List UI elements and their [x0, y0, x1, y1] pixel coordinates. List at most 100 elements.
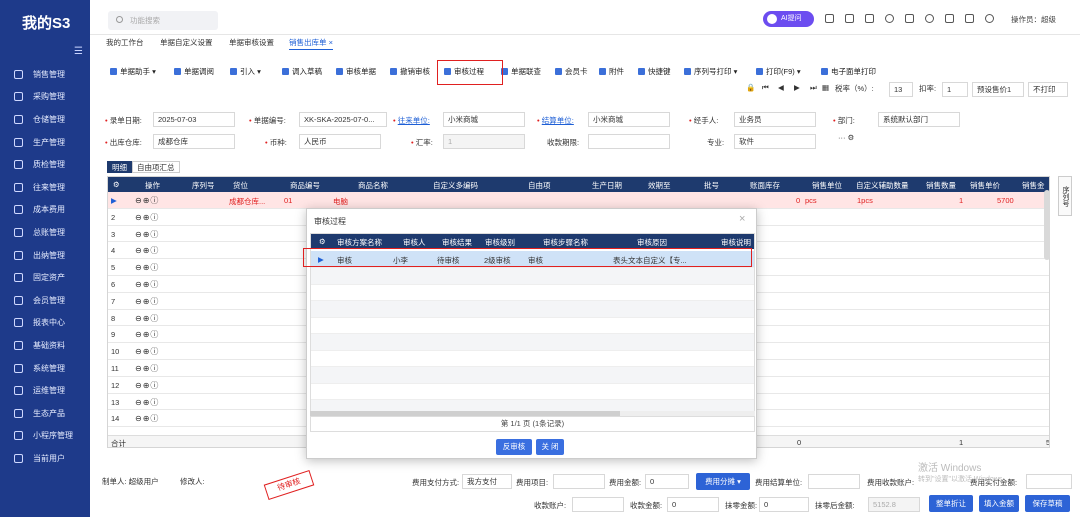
- sidebar-item-10[interactable]: 固定资产: [0, 266, 90, 289]
- close-dialog-button[interactable]: 关 闭: [536, 439, 564, 455]
- doc-link-button[interactable]: 单据联查: [501, 66, 541, 77]
- fee-amount-input[interactable]: 0: [645, 474, 689, 489]
- member-card-button[interactable]: 会员卡: [555, 66, 588, 77]
- tab-sales-outbound[interactable]: 销售出库单 ×: [289, 37, 333, 50]
- row-ops-icons[interactable]: ⊖⊕ⓘ: [135, 363, 159, 374]
- cell-code[interactable]: 01: [284, 196, 292, 205]
- shield-icon[interactable]: [845, 14, 854, 23]
- load-draft-button[interactable]: 调入草稿: [282, 66, 322, 77]
- grid-icon[interactable]: [965, 14, 974, 23]
- fee-split-button[interactable]: 费用分摊 ▾: [696, 473, 750, 490]
- fee-item-input[interactable]: [553, 474, 605, 489]
- collapse-icon[interactable]: ☰: [74, 46, 83, 57]
- cell-location[interactable]: 成都仓库...: [229, 196, 265, 207]
- row-ops-icons[interactable]: ⊖⊕ⓘ: [135, 245, 159, 256]
- sidebar-item-9[interactable]: 出纳管理: [0, 244, 90, 267]
- fee-settle-input[interactable]: [808, 474, 860, 489]
- tab-detail[interactable]: 明细: [107, 161, 132, 173]
- shortcut-button[interactable]: 快捷键: [638, 66, 671, 77]
- serial-side-tab[interactable]: 序列号: [1058, 176, 1072, 216]
- tab-workbench[interactable]: 我的工作台: [106, 37, 144, 48]
- partner-input[interactable]: 小米商城: [443, 112, 525, 127]
- sidebar-item-13[interactable]: 基础资料: [0, 334, 90, 357]
- grid-vertical-scrollbar[interactable]: [1044, 190, 1050, 260]
- home-icon[interactable]: [905, 14, 914, 23]
- audit-doc-button[interactable]: 审核单据: [336, 66, 376, 77]
- price-select[interactable]: 预设售价1: [972, 82, 1024, 97]
- rate-input[interactable]: 1: [443, 134, 525, 149]
- row-ops-icons[interactable]: ⊖⊕ⓘ: [135, 195, 159, 206]
- row-ops-icons[interactable]: ⊖⊕ⓘ: [135, 346, 159, 357]
- row-ops-icons[interactable]: ⊖⊕ⓘ: [135, 380, 159, 391]
- receive-amount-input[interactable]: 0: [667, 497, 719, 512]
- sidebar-item-6[interactable]: 往来管理: [0, 176, 90, 199]
- row-ops-icons[interactable]: ⊖⊕ⓘ: [135, 397, 159, 408]
- after-wipe-input[interactable]: 5152.8: [868, 497, 920, 512]
- sidebar-item-5[interactable]: 质检管理: [0, 153, 90, 176]
- reverse-audit-button[interactable]: 反审核: [496, 439, 532, 455]
- dept-input[interactable]: 系统默认部门: [878, 112, 960, 127]
- receive-account-input[interactable]: [572, 497, 624, 512]
- warehouse-input[interactable]: 成都仓库: [153, 134, 235, 149]
- table-row[interactable]: ▶ ⊖⊕ⓘ 成都仓库... 01 电脑 0 pcs 1pcs 1 5700: [108, 192, 1049, 209]
- message-icon[interactable]: [825, 14, 834, 23]
- row-ops-icons[interactable]: ⊖⊕ⓘ: [135, 329, 159, 340]
- discount-input[interactable]: 1: [942, 82, 968, 97]
- close-icon[interactable]: ×: [739, 213, 745, 225]
- settings-icon[interactable]: [985, 14, 994, 23]
- currency-select[interactable]: 人民币: [299, 134, 381, 149]
- sidebar-item-3[interactable]: 仓储管理: [0, 108, 90, 131]
- row-ops-icons[interactable]: ⊖⊕ⓘ: [135, 262, 159, 273]
- sidebar-item-18[interactable]: 当前用户: [0, 447, 90, 470]
- audit-grid-settings-icon[interactable]: ⚙: [319, 237, 326, 246]
- print-select[interactable]: 不打印: [1028, 82, 1068, 97]
- cell-name[interactable]: 电脑: [333, 196, 348, 207]
- print-button[interactable]: 打印(F9) ▾: [756, 66, 801, 77]
- prev-icon[interactable]: ◀: [778, 83, 784, 92]
- sidebar-item-1[interactable]: 销售管理: [0, 63, 90, 86]
- major-input[interactable]: 软件: [734, 134, 816, 149]
- first-page-icon[interactable]: ⏮: [762, 83, 769, 93]
- actual-pay-input[interactable]: [1026, 474, 1072, 489]
- e-waybill-print-button[interactable]: 电子面单打印: [821, 66, 876, 77]
- search-input[interactable]: 功能搜索: [108, 11, 218, 30]
- bell-icon[interactable]: [885, 14, 894, 23]
- handler-input[interactable]: 业务员: [734, 112, 816, 127]
- sidebar-item-12[interactable]: 报表中心: [0, 312, 90, 335]
- cell-qty[interactable]: 1: [959, 196, 963, 205]
- revoke-audit-button[interactable]: 撤销审核: [390, 66, 430, 77]
- row-ops-icons[interactable]: ⊖⊕ⓘ: [135, 279, 159, 290]
- add-doc-icon[interactable]: ▦: [822, 83, 829, 92]
- import-button[interactable]: 引入 ▾: [230, 66, 261, 77]
- last-page-icon[interactable]: ⏭: [810, 83, 817, 93]
- more-options-icon[interactable]: ··· ⚙: [838, 133, 854, 142]
- pay-method-select[interactable]: 我方支付: [462, 474, 512, 489]
- cell-aux-qty[interactable]: 1pcs: [857, 196, 873, 205]
- date-input[interactable]: 2025-07-03: [153, 112, 235, 127]
- sidebar-item-11[interactable]: 会员管理: [0, 289, 90, 312]
- cell-price[interactable]: 5700: [997, 196, 1014, 205]
- fill-amount-button[interactable]: 填入金额: [979, 495, 1019, 512]
- sidebar-item-2[interactable]: 采购管理: [0, 86, 90, 109]
- doc-lookup-button[interactable]: 单据调阅: [174, 66, 214, 77]
- settle-input[interactable]: 小米商城: [588, 112, 670, 127]
- grid-settings-icon[interactable]: ⚙: [113, 180, 120, 189]
- row-ops-icons[interactable]: ⊖⊕ⓘ: [135, 296, 159, 307]
- sidebar-item-8[interactable]: 总账管理: [0, 221, 90, 244]
- serial-print-button[interactable]: 序列号打印 ▾: [684, 66, 737, 77]
- sidebar-item-16[interactable]: 生态产品: [0, 402, 90, 425]
- sidebar-item-17[interactable]: 小程序管理: [0, 425, 90, 448]
- cell-unit[interactable]: pcs: [805, 196, 817, 205]
- ai-ask-button[interactable]: AI提问: [763, 11, 814, 27]
- attachment-button[interactable]: 附件: [599, 66, 624, 77]
- doc-no-input[interactable]: XK-SKA-2025-07-0...: [299, 112, 387, 127]
- lock-icon[interactable]: 🔒: [746, 83, 755, 92]
- sidebar-item-15[interactable]: 运维管理: [0, 379, 90, 402]
- row-ops-icons[interactable]: ⊖⊕ⓘ: [135, 313, 159, 324]
- due-input[interactable]: [588, 134, 670, 149]
- tab-audit-settings[interactable]: 单据审核设置: [229, 37, 274, 48]
- whole-discount-button[interactable]: 整单折让: [929, 495, 973, 512]
- lock-icon[interactable]: [945, 14, 954, 23]
- help-icon[interactable]: [925, 14, 934, 23]
- sidebar-item-4[interactable]: 生产管理: [0, 131, 90, 154]
